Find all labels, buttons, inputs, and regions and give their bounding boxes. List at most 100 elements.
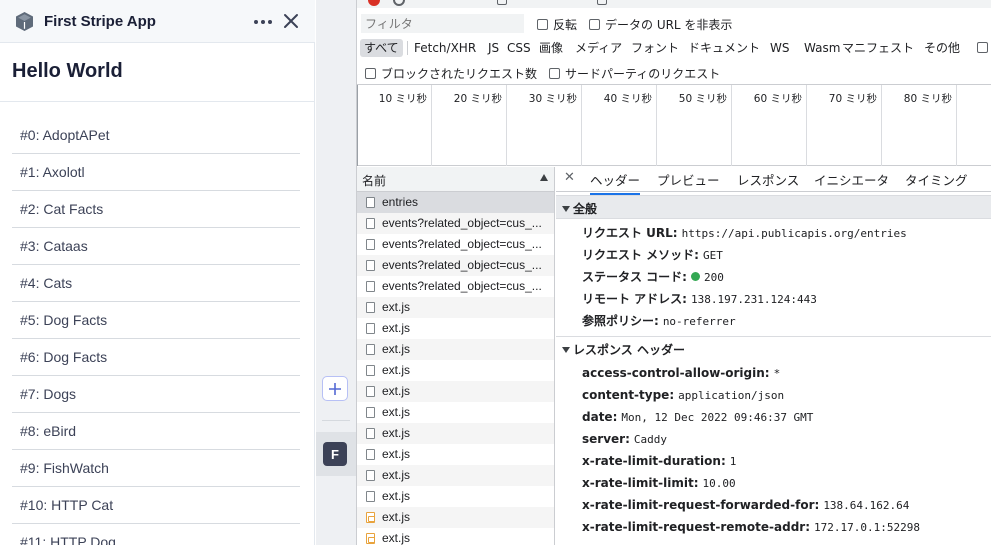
filter-row: 反転 データの URL を非表示 bbox=[357, 12, 991, 36]
request-row[interactable]: ext.js bbox=[357, 444, 554, 465]
tab-preview[interactable]: プレビュー bbox=[657, 170, 720, 189]
name-column-header[interactable]: 名前 bbox=[357, 167, 554, 192]
tab-initiator[interactable]: イニシエータ bbox=[814, 170, 889, 189]
invert-checkbox[interactable]: 反転 bbox=[537, 16, 577, 33]
general-section-header[interactable]: 全般 bbox=[556, 195, 991, 219]
header-row[interactable]: x-rate-limit-request-forwarded-for: 138.6… bbox=[582, 498, 909, 512]
stripe-app-panel: First Stripe App Hello World #0: AdoptAP… bbox=[0, 0, 315, 545]
request-row[interactable]: ext.js bbox=[357, 402, 554, 423]
response-headers-section-header[interactable]: レスポンス ヘッダー bbox=[556, 337, 991, 361]
document-icon bbox=[366, 386, 375, 397]
tab-timing[interactable]: タイミング bbox=[905, 170, 968, 189]
filter-type-3[interactable]: CSS bbox=[503, 39, 535, 57]
header-row[interactable]: x-rate-limit-limit: 10.00 bbox=[582, 476, 736, 490]
list-item[interactable]: #4: Cats bbox=[12, 265, 300, 302]
filter-type-11[interactable]: その他 bbox=[920, 39, 964, 57]
request-row[interactable]: ext.js bbox=[357, 528, 554, 545]
timeline-tick-label: 40 ミリ秒 bbox=[603, 93, 652, 105]
timeline-gridline: 10 ミリ秒 bbox=[357, 85, 432, 166]
more-options-icon[interactable] bbox=[253, 12, 273, 32]
tab-response[interactable]: レスポンス bbox=[737, 170, 799, 189]
document-icon bbox=[366, 302, 375, 313]
list-item[interactable]: #3: Cataas bbox=[12, 228, 300, 265]
disable-cache-checkbox[interactable] bbox=[597, 0, 607, 5]
header-key: content-type: bbox=[582, 388, 675, 402]
timeline-overview[interactable]: 10 ミリ秒 20 ミリ秒 30 ミリ秒 40 ミリ秒 50 ミリ秒 60 ミリ秒 70 ミ… bbox=[357, 84, 991, 166]
record-icon[interactable] bbox=[368, 0, 380, 6]
filter-all[interactable]: すべて bbox=[360, 39, 403, 57]
header-row[interactable]: date: Mon, 12 Dec 2022 09:46:37 GMT bbox=[582, 410, 813, 424]
divider bbox=[407, 41, 408, 55]
request-row[interactable]: ext.js bbox=[357, 339, 554, 360]
request-row[interactable]: ext.js bbox=[357, 423, 554, 444]
request-row[interactable]: events?related_object=cus_... bbox=[357, 255, 554, 276]
header-row[interactable]: server: Caddy bbox=[582, 432, 667, 446]
list-item[interactable]: #10: HTTP Cat bbox=[12, 487, 300, 524]
header-row[interactable]: リクエスト URL: https://api.publicapis.org/ent… bbox=[582, 224, 907, 241]
header-row[interactable]: x-rate-limit-request-remote-addr: 172.17.… bbox=[582, 520, 920, 534]
request-row[interactable]: ext.js bbox=[357, 465, 554, 486]
request-row[interactable]: ext.js bbox=[357, 507, 554, 528]
request-row[interactable]: events?related_object=cus_... bbox=[357, 213, 554, 234]
request-row[interactable]: ext.js bbox=[357, 297, 554, 318]
filter-input[interactable] bbox=[361, 14, 524, 33]
request-row[interactable]: ext.js bbox=[357, 381, 554, 402]
filter-type-10[interactable]: マニフェスト bbox=[838, 39, 918, 57]
list-item[interactable]: #6: Dog Facts bbox=[12, 339, 300, 376]
tab-headers[interactable]: ヘッダー bbox=[590, 170, 641, 195]
add-button[interactable] bbox=[322, 376, 348, 401]
more-filters-checkbox[interactable] bbox=[977, 42, 988, 53]
request-row[interactable]: ext.js bbox=[357, 360, 554, 381]
request-name: ext.js bbox=[382, 489, 411, 503]
header-key: server: bbox=[582, 432, 630, 446]
list-item[interactable]: #5: Dog Facts bbox=[12, 302, 300, 339]
header-row[interactable]: access-control-allow-origin: * bbox=[582, 366, 780, 380]
close-details-icon[interactable]: ✕ bbox=[564, 170, 575, 185]
list-item[interactable]: #0: AdoptAPet bbox=[12, 117, 300, 154]
timeline-gridline: 50 ミリ秒 bbox=[657, 85, 732, 166]
document-icon bbox=[366, 428, 375, 439]
header-row[interactable]: x-rate-limit-duration: 1 bbox=[582, 454, 736, 468]
header-row[interactable]: リクエスト メソッド: GET bbox=[582, 246, 723, 263]
filter-type-5[interactable]: メディア bbox=[571, 39, 626, 57]
filter-type-2[interactable]: JS bbox=[484, 39, 503, 57]
filter-type-7[interactable]: ドキュメント bbox=[684, 39, 764, 57]
blocked-requests-checkbox[interactable]: ブロックされたリクエスト数 bbox=[365, 65, 537, 82]
list-item[interactable]: #1: Axolotl bbox=[12, 154, 300, 191]
request-row[interactable]: events?related_object=cus_... bbox=[357, 234, 554, 255]
header-row[interactable]: content-type: application/json bbox=[582, 388, 784, 402]
timeline-tick-label: 80 ミリ秒 bbox=[903, 93, 952, 105]
third-party-requests-label: サードパーティのリクエスト bbox=[565, 67, 721, 81]
preserve-log-checkbox[interactable] bbox=[497, 0, 507, 5]
header-row[interactable]: 参照ポリシー: no-referrer bbox=[582, 312, 736, 329]
header-value: 138.197.231.124:443 bbox=[690, 293, 817, 306]
request-row[interactable]: ext.js bbox=[357, 486, 554, 507]
request-row[interactable]: ext.js bbox=[357, 318, 554, 339]
document-icon bbox=[366, 197, 375, 208]
hide-data-urls-checkbox[interactable]: データの URL を非表示 bbox=[589, 16, 732, 33]
third-party-requests-checkbox[interactable]: サードパーティのリクエスト bbox=[549, 65, 720, 82]
list-item[interactable]: #2: Cat Facts bbox=[12, 191, 300, 228]
document-icon bbox=[366, 470, 375, 481]
document-icon bbox=[366, 218, 375, 229]
filter-type-4[interactable]: 画像 bbox=[535, 39, 567, 57]
api-list: #0: AdoptAPet #1: Axolotl #2: Cat Facts #3:… bbox=[12, 117, 300, 545]
header-value: GET bbox=[702, 249, 723, 262]
request-row[interactable]: entries bbox=[357, 192, 554, 213]
list-item[interactable]: #8: eBird bbox=[12, 413, 300, 450]
list-item[interactable]: #11: HTTP Dog bbox=[12, 524, 300, 545]
clear-icon[interactable] bbox=[393, 0, 405, 6]
app-f-button[interactable]: F bbox=[323, 442, 347, 466]
request-row[interactable]: events?related_object=cus_... bbox=[357, 276, 554, 297]
filter-type-1[interactable]: Fetch/XHR bbox=[410, 39, 480, 57]
header-row[interactable]: ステータス コード: 200 bbox=[582, 268, 724, 285]
filter-type-6[interactable]: フォント bbox=[627, 39, 683, 57]
document-icon bbox=[366, 260, 375, 271]
list-item[interactable]: #9: FishWatch bbox=[12, 450, 300, 487]
list-item[interactable]: #7: Dogs bbox=[12, 376, 300, 413]
close-icon[interactable] bbox=[282, 12, 300, 30]
filter-type-8[interactable]: WS bbox=[766, 39, 793, 57]
header-row[interactable]: リモート アドレス: 138.197.231.124:443 bbox=[582, 290, 817, 307]
header-value: application/json bbox=[678, 389, 785, 402]
request-name: ext.js bbox=[382, 384, 411, 398]
